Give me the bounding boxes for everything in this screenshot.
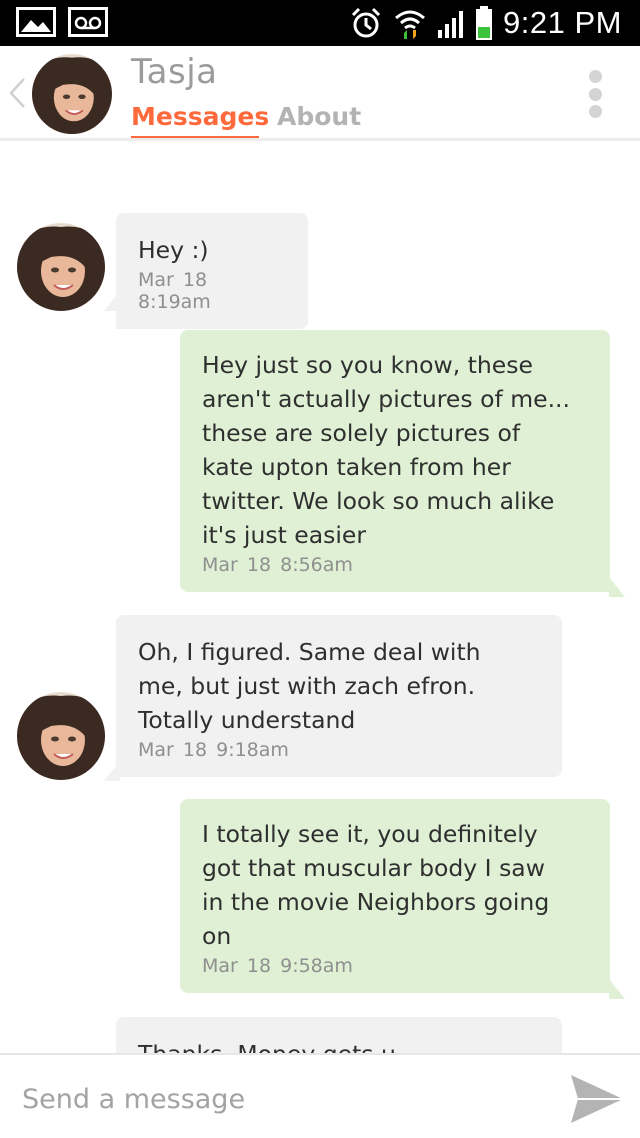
more-options-icon[interactable] bbox=[584, 70, 606, 118]
bubble-tail bbox=[609, 577, 625, 597]
message-timestamp: Mar 18 9:18am bbox=[138, 739, 289, 761]
signal-icon bbox=[438, 11, 464, 38]
message-composer bbox=[0, 1053, 640, 1138]
conversation-header: Tasja Messages About bbox=[0, 46, 640, 141]
message-text: Oh, I figured. Same deal with me, but ju… bbox=[138, 638, 481, 734]
menu-dot bbox=[588, 105, 602, 118]
alarm-icon bbox=[351, 7, 381, 38]
battery-icon bbox=[476, 6, 493, 40]
incoming-message-bubble[interactable]: Thanks. Money gets u bbox=[116, 1017, 562, 1053]
incoming-message-bubble[interactable]: Hey :) Mar 18 8:19am bbox=[116, 213, 308, 329]
gallery-icon bbox=[16, 7, 56, 37]
outgoing-message-bubble[interactable]: Hey just so you know, these aren't actua… bbox=[180, 330, 610, 592]
menu-dot bbox=[588, 87, 602, 101]
message-text: Hey just so you know, these aren't actua… bbox=[202, 351, 570, 549]
tab-messages[interactable]: Messages bbox=[131, 102, 269, 131]
message-timestamp: Mar 18 8:56am bbox=[202, 554, 353, 576]
message-input[interactable] bbox=[22, 1079, 542, 1119]
bubble-tail bbox=[609, 979, 625, 999]
voicemail-icon bbox=[68, 7, 108, 37]
send-icon[interactable] bbox=[568, 1071, 626, 1127]
sender-avatar[interactable] bbox=[17, 223, 105, 311]
tab-about[interactable]: About bbox=[277, 102, 361, 131]
wifi-icon bbox=[395, 10, 426, 39]
menu-dot bbox=[588, 70, 602, 83]
outgoing-message-bubble[interactable]: I totally see it, you definitely got tha… bbox=[180, 799, 610, 993]
message-list[interactable]: Hey :) Mar 18 8:19am Hey just so you kno… bbox=[0, 141, 640, 1053]
status-bar: 9:21 PM bbox=[0, 0, 640, 46]
message-timestamp: Mar 18 9:58am bbox=[202, 955, 353, 977]
message-timestamp: Mar 18 8:19am bbox=[138, 269, 211, 313]
message-text: Hey :) bbox=[138, 236, 209, 264]
contact-name: Tasja bbox=[131, 52, 218, 92]
incoming-message-bubble[interactable]: Oh, I figured. Same deal with me, but ju… bbox=[116, 615, 562, 777]
status-time: 9:21 PM bbox=[503, 5, 622, 40]
message-text: Thanks. Money gets u bbox=[138, 1037, 540, 1053]
message-text: I totally see it, you definitely got tha… bbox=[202, 820, 550, 950]
sender-avatar[interactable] bbox=[17, 692, 105, 780]
back-chevron-icon[interactable] bbox=[6, 76, 28, 110]
contact-avatar[interactable] bbox=[32, 54, 112, 134]
